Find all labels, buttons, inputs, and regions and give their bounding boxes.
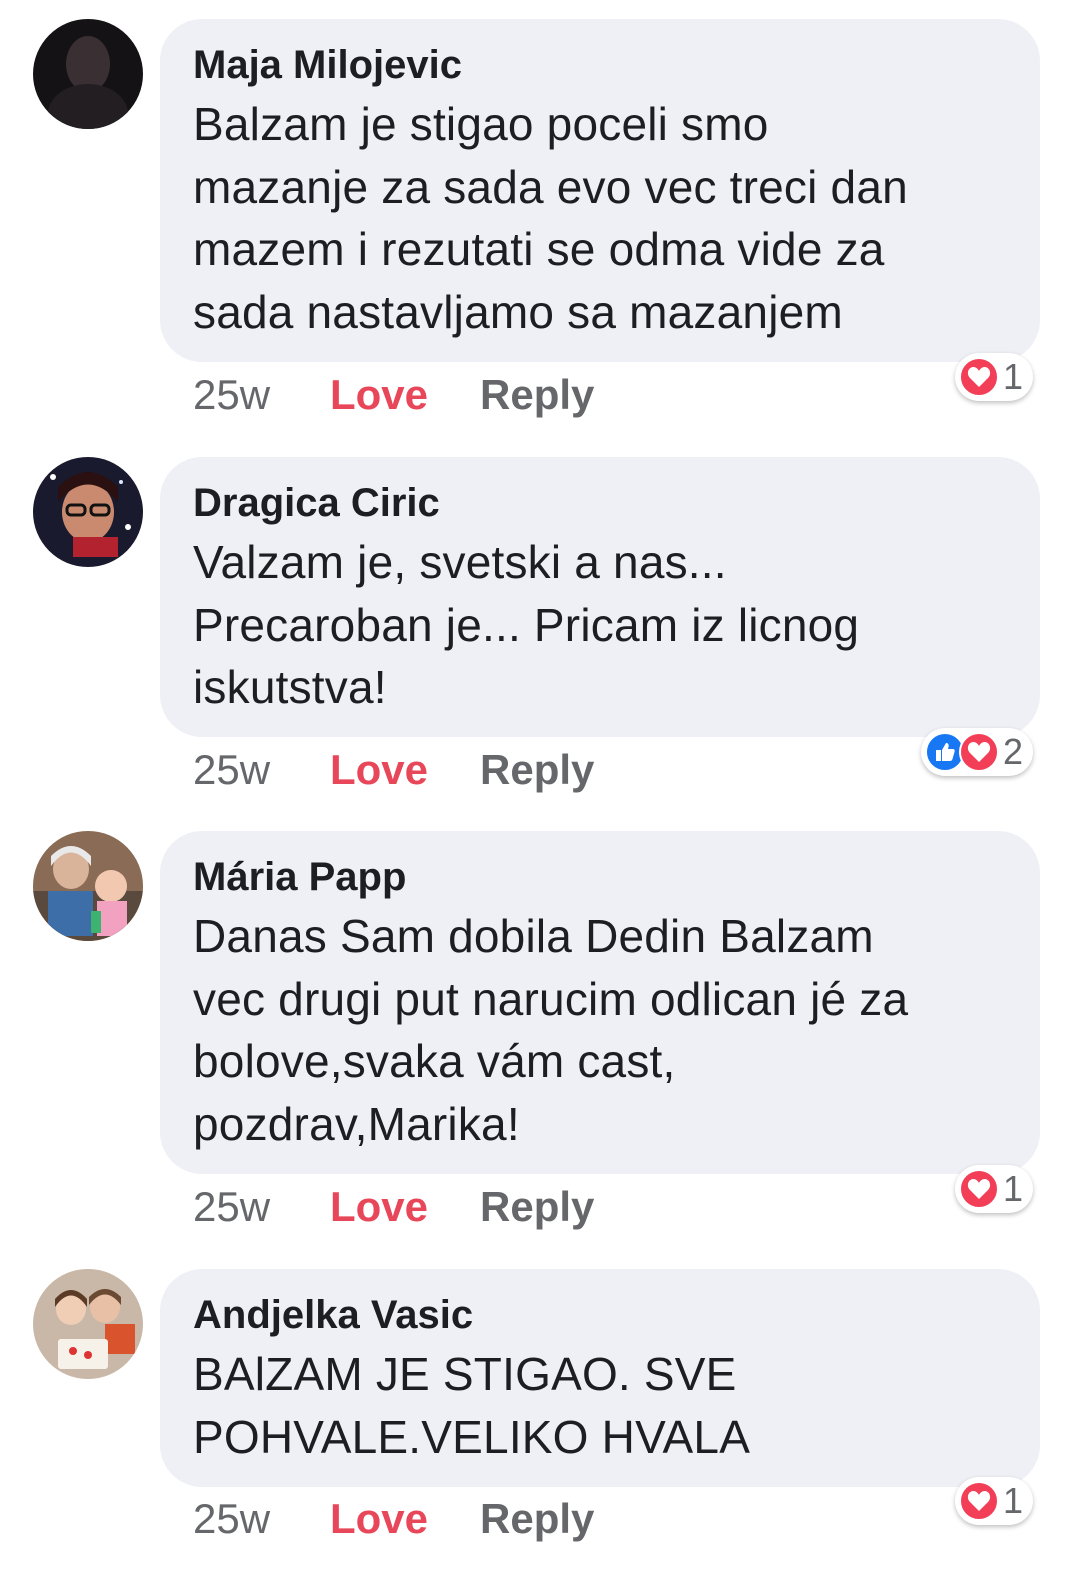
comment-bubble: Andjelka Vasic BAlZAM JE STIGAO. SVE POH… [160, 1269, 1040, 1487]
reaction-summary[interactable]: 2 [920, 728, 1033, 776]
love-button[interactable]: Love [330, 1182, 480, 1232]
heart-icon [958, 357, 999, 397]
comment-timestamp[interactable]: 25w [193, 1182, 330, 1232]
comment-author[interactable]: Andjelka Vasic [193, 1291, 1010, 1339]
comment-text-line: mazem i rezutati se odma vide za [193, 223, 885, 275]
comment-actions: 25w Love Reply [193, 370, 594, 420]
heart-icon [958, 732, 999, 772]
reply-button[interactable]: Reply [480, 745, 594, 795]
comment-text: BAlZAM JE STIGAO. SVE POHVALE.VELIKO HVA… [193, 1343, 1010, 1468]
comment-actions: 25w Love Reply [193, 1182, 594, 1232]
reaction-count: 1 [1002, 1168, 1023, 1209]
comment-text-line: Valzam je, svetski a nas... [193, 536, 727, 588]
heart-icon [958, 1169, 999, 1209]
comment-text-line: iskutstva! [193, 661, 387, 713]
comment-timestamp[interactable]: 25w [193, 1494, 330, 1544]
comment-actions: 25w Love Reply [193, 1494, 594, 1544]
comment-text-line: Precaroban je... Pricam iz licnog [193, 598, 860, 651]
comment-text: Balzam je stigao poceli smo mazanje za s… [193, 93, 1010, 343]
comment-text: Danas Sam dobila Dedin Balzam vec drugi … [193, 905, 1010, 1155]
heart-icon [958, 1481, 999, 1521]
reaction-summary[interactable]: 1 [954, 353, 1033, 401]
reaction-count: 1 [1002, 1480, 1023, 1521]
love-button[interactable]: Love [330, 370, 480, 420]
comment-text-line: POHVALE.VELIKO HVALA [193, 1410, 751, 1463]
reply-button[interactable]: Reply [480, 370, 594, 420]
avatar[interactable] [33, 457, 143, 567]
comment-text-line: vec drugi put narucim odlican jé za [193, 972, 909, 1025]
comment-text-line: sada nastavljamo sa mazanjem [193, 285, 843, 338]
reply-button[interactable]: Reply [480, 1494, 594, 1544]
comment-bubble: Maja Milojevic Balzam je stigao poceli s… [160, 19, 1040, 362]
comment-timestamp[interactable]: 25w [193, 370, 330, 420]
comment-timestamp[interactable]: 25w [193, 745, 330, 795]
love-button[interactable]: Love [330, 1494, 480, 1544]
comment-text-line: bolove,svaka vám cast, [193, 1035, 676, 1087]
comment-text-line: BAlZAM JE STIGAO. SVE [193, 1348, 737, 1400]
reaction-count: 1 [1002, 356, 1023, 397]
avatar[interactable] [33, 19, 143, 129]
comment-text-line: Danas Sam dobila Dedin Balzam [193, 910, 874, 962]
comment-author[interactable]: Mária Papp [193, 853, 1010, 901]
comment-author[interactable]: Dragica Ciric [193, 479, 1010, 527]
comment-text-line: mazanje za sada evo vec treci dan [193, 160, 908, 213]
comment-bubble: Dragica Ciric Valzam je, svetski a nas..… [160, 457, 1040, 737]
avatar[interactable] [33, 831, 143, 941]
comment-author[interactable]: Maja Milojevic [193, 41, 1010, 89]
comment-text: Valzam je, svetski a nas... Precaroban j… [193, 531, 1010, 719]
comment-bubble: Mária Papp Danas Sam dobila Dedin Balzam… [160, 831, 1040, 1174]
love-button[interactable]: Love [330, 745, 480, 795]
reaction-summary[interactable]: 1 [954, 1477, 1033, 1525]
comment-text-line: Balzam je stigao poceli smo [193, 98, 769, 150]
comment-actions: 25w Love Reply [193, 745, 594, 795]
comment-text-line: pozdrav,Marika! [193, 1097, 520, 1150]
reaction-count: 2 [1002, 731, 1023, 772]
reaction-summary[interactable]: 1 [954, 1165, 1033, 1213]
avatar[interactable] [33, 1269, 143, 1379]
reply-button[interactable]: Reply [480, 1182, 594, 1232]
